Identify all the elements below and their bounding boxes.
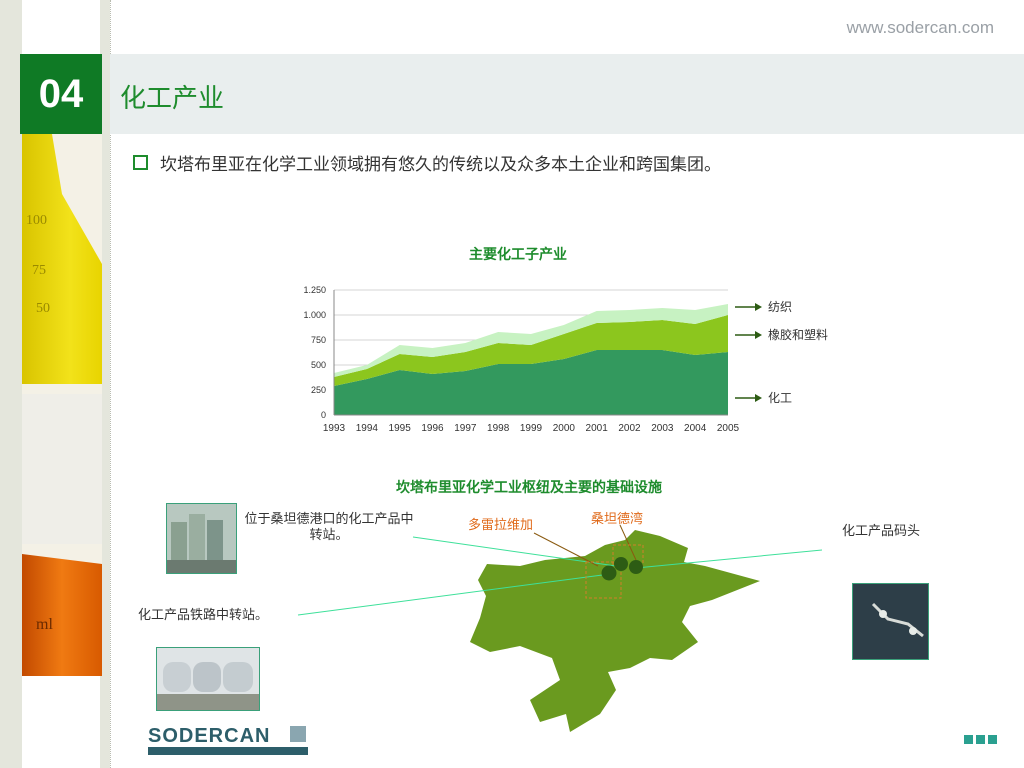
x-tick-label: 1997 [454, 423, 477, 434]
bullet-text: 坎塔布里亚在化学工业领域拥有悠久的传统以及众多本土企业和跨国集团。 [160, 155, 721, 175]
x-tick-label: 1994 [356, 423, 379, 434]
bullet-checkbox-icon [133, 155, 148, 170]
location-dot-wharf [629, 560, 643, 574]
nav-square-3-icon[interactable] [988, 735, 997, 744]
x-tick-label: 2002 [618, 423, 641, 434]
header-band [110, 54, 1024, 134]
x-tick-label: 1995 [389, 423, 412, 434]
x-tick-label: 1993 [323, 423, 346, 434]
page-title: 化工产业 [120, 84, 225, 114]
stacked-area-chart: 0 250 500 750 1.000 1.250 1993 1994 1995 1996 1997… [303, 285, 828, 434]
svg-text:SODERCAN: SODERCAN [148, 725, 270, 747]
y-tick-label: 250 [311, 385, 326, 395]
legend-label-2: 纺织 [768, 300, 792, 314]
section-number-badge: 04 [20, 54, 102, 134]
label-santander-bay: 桑坦德湾 [591, 512, 644, 527]
x-tick-label: 1998 [487, 423, 510, 434]
label-rail-terminal: 化工产品铁路中转站。 [138, 608, 269, 623]
y-tick-label: 1.000 [303, 310, 326, 320]
legend-arrow-icon [755, 394, 762, 402]
x-tick-label: 2003 [651, 423, 674, 434]
y-tick-label: 0 [321, 410, 326, 420]
map-section-title: 坎塔布里亚化学工业枢纽及主要的基础设施 [396, 480, 662, 496]
label-port-terminal: 位于桑坦德港口的化工产品中转站。 [244, 512, 414, 543]
y-tick-label: 500 [311, 360, 326, 370]
svg-text:50: 50 [36, 301, 50, 316]
x-tick-label: 1996 [421, 423, 444, 434]
x-tick-label: 2005 [717, 423, 740, 434]
legend-label-0: 化工 [768, 391, 792, 405]
rail-terminal-photo [156, 647, 260, 711]
y-tick-label: 750 [311, 335, 326, 345]
nav-square-1-icon[interactable] [964, 735, 973, 744]
y-tick-label: 1.250 [303, 285, 326, 295]
x-tick-label: 2000 [553, 423, 576, 434]
sodercan-logo: SODERCAN [118, 722, 313, 758]
site-url-link[interactable]: www.sodercan.com [847, 18, 994, 38]
location-dot-port [614, 557, 628, 571]
port-terminal-photo [166, 503, 237, 574]
chart-title: 主要化工子产业 [469, 247, 567, 263]
x-tick-label: 2001 [586, 423, 609, 434]
legend-arrow-icon [755, 303, 762, 311]
x-tick-label: 1999 [520, 423, 543, 434]
label-torrelavega: 多雷拉维加 [468, 518, 534, 533]
svg-text:75: 75 [32, 263, 46, 278]
chemical-wharf-photo [852, 583, 929, 660]
legend-label-1: 橡胶和塑料 [768, 327, 828, 342]
legend-arrow-icon [755, 331, 762, 339]
nav-square-2-icon[interactable] [976, 735, 985, 744]
location-dot-torrelavega [601, 565, 617, 581]
x-tick-label: 2004 [684, 423, 707, 434]
svg-text:100: 100 [26, 213, 47, 228]
label-chemical-wharf: 化工产品码头 [842, 524, 921, 539]
